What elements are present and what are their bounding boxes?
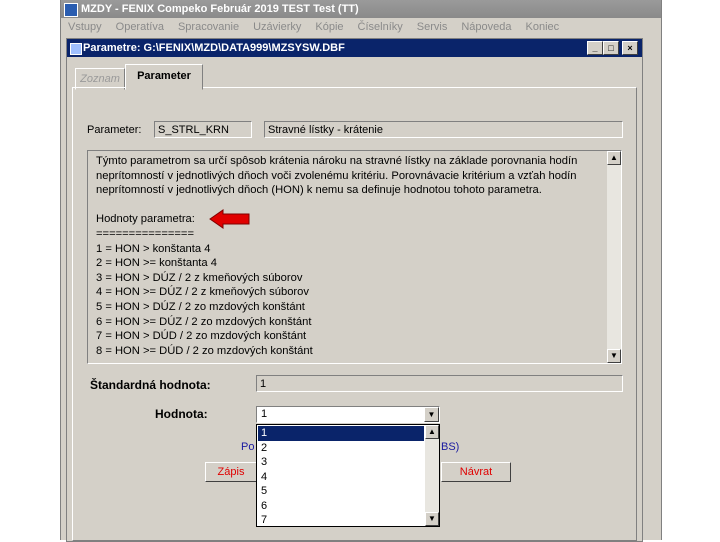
menu-napoveda[interactable]: Nápoveda <box>461 21 511 33</box>
menu-operativa[interactable]: Operatíva <box>116 21 164 33</box>
description-line <box>96 198 606 213</box>
window-title-bar: Parametre: G:\FENIX\MZD\DATA999\MZSYSW.D… <box>67 39 642 57</box>
save-button[interactable]: Zápis <box>205 462 257 482</box>
menu-servis[interactable]: Servis <box>417 21 448 33</box>
dropdown-option[interactable]: 2 <box>258 441 424 456</box>
dropdown-scrollbar[interactable]: ▲ ▼ <box>425 425 439 526</box>
standard-value-field: 1 <box>256 375 623 392</box>
menu-koniec[interactable]: Koniec <box>526 21 560 33</box>
restore-button[interactable]: □ <box>603 41 619 55</box>
value-label: Hodnota: <box>155 407 208 421</box>
scroll-up-icon[interactable]: ▲ <box>425 425 439 439</box>
menu-kopie[interactable]: Kópie <box>315 21 343 33</box>
description-line: neprítomností v jednotlivých dňoch (HON)… <box>96 184 542 197</box>
parameter-label: Parameter: <box>87 124 142 136</box>
description-line: Týmto parametrom sa určí spôsob krátenia… <box>96 155 578 167</box>
value-combobox[interactable]: 1 ▼ <box>256 406 440 423</box>
description-line: Hodnoty parametra: <box>96 213 195 226</box>
dropdown-option[interactable]: 6 <box>258 499 424 514</box>
description-line: 2 = HON >= konštanta 4 <box>96 257 217 270</box>
dropdown-option[interactable]: 7 <box>258 513 424 528</box>
description-line: neprítomností v jednotlivých dňoch voči … <box>96 169 577 182</box>
description-line: 6 = HON >= DÚZ / 2 zo mzdových konštánt <box>96 315 312 328</box>
description-line: 3 = HON > DÚZ / 2 z kmeňových súborov <box>96 271 303 284</box>
menu-spracovanie[interactable]: Spracovanie <box>178 21 239 33</box>
description-text: Týmto parametrom sa určí spôsob krátenia… <box>96 154 606 358</box>
app-icon <box>64 3 78 17</box>
parameter-code-field[interactable]: S_STRL_KRN <box>154 121 252 138</box>
description-line: 4 = HON >= DÚZ / 2 z kmeňových súborov <box>96 286 309 299</box>
description-line: 5 = HON > DÚZ / 2 zo mzdových konštánt <box>96 300 305 313</box>
dropdown-option[interactable]: 5 <box>258 484 424 499</box>
scroll-up-icon[interactable]: ▲ <box>607 151 621 165</box>
hidden-label-right: BS) <box>441 441 460 453</box>
red-arrow-icon <box>209 209 250 229</box>
back-button[interactable]: Návrat <box>441 462 511 482</box>
parameters-window: Parametre: G:\FENIX\MZD\DATA999\MZSYSW.D… <box>66 38 643 542</box>
parameter-name-field[interactable]: Stravné lístky - krátenie <box>264 121 623 138</box>
chevron-down-icon[interactable]: ▼ <box>424 407 439 422</box>
dropdown-option[interactable]: 1 <box>258 426 424 441</box>
scroll-down-icon[interactable]: ▼ <box>425 512 439 526</box>
hidden-label-left: Po <box>241 441 255 453</box>
close-button[interactable]: × <box>622 41 638 55</box>
description-memo[interactable]: Týmto parametrom sa určí spôsob krátenia… <box>87 150 622 364</box>
menu-vstupy[interactable]: Vstupy <box>68 21 102 33</box>
app-title-bar: MZDY - FENIX Compeko Február 2019 TEST T… <box>61 0 661 18</box>
scroll-down-icon[interactable]: ▼ <box>607 349 621 363</box>
menu-uzavierky[interactable]: Uzávierky <box>253 21 301 33</box>
dropdown-option[interactable]: 4 <box>258 470 424 485</box>
app-window: MZDY - FENIX Compeko Február 2019 TEST T… <box>60 0 662 542</box>
tab-parameter[interactable]: Parameter <box>125 64 203 90</box>
description-line: 8 = HON >= DÚD / 2 zo mzdových konštánt <box>96 344 313 357</box>
description-line: =============== <box>96 227 194 240</box>
window-title: Parametre: G:\FENIX\MZD\DATA999\MZSYSW.D… <box>83 42 345 54</box>
window-icon <box>70 43 82 55</box>
value-selected: 1 <box>261 408 268 420</box>
standard-value-label: Štandardná hodnota: <box>90 378 211 392</box>
menu-ciselniky[interactable]: Číselníky <box>358 21 403 33</box>
description-line: 1 = HON > konštanta 4 <box>96 242 211 255</box>
menu-bar: Vstupy Operatíva Spracovanie Uzávierky Kópie… <box>61 18 661 36</box>
minimize-button[interactable]: _ <box>587 41 603 55</box>
app-title: MZDY - FENIX Compeko Február 2019 TEST T… <box>81 3 359 15</box>
description-line: 7 = HON > DÚD / 2 zo mzdových konštánt <box>96 330 307 343</box>
description-scrollbar[interactable]: ▲ ▼ <box>607 151 621 363</box>
dropdown-option[interactable]: 3 <box>258 455 424 470</box>
value-dropdown-list[interactable]: 1 2 3 4 5 6 7 ▲ ▼ <box>256 424 440 527</box>
